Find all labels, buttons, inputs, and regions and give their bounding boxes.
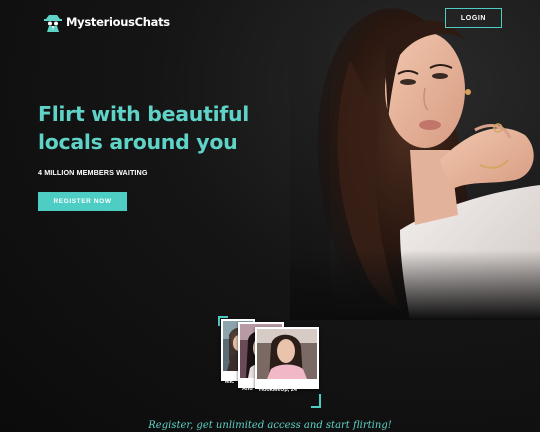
- brand-name: MysteriousChats: [66, 15, 170, 29]
- headline-line-2: locals around you: [38, 130, 238, 154]
- profile-name-label: Mic: [225, 379, 235, 385]
- profile-name-label: And: [242, 386, 253, 392]
- hero-photo: [290, 0, 540, 320]
- hero-headline: Flirt with beautiful locals around you: [38, 100, 298, 156]
- spy-agent-icon: [44, 15, 62, 32]
- brand-logo[interactable]: MysteriousChats: [44, 12, 170, 32]
- landing-page: MysteriousChats LOGIN Flirt with beautif…: [0, 0, 540, 432]
- members-count-text: 4 MILLION MEMBERS WAITING: [38, 168, 148, 177]
- frame-corner-bottom-right: [311, 394, 321, 408]
- profile-name-label: HookMeUp, 24: [259, 387, 297, 393]
- profile-photo: [257, 329, 317, 379]
- register-tagline: Register, get unlimited access and start…: [148, 420, 392, 431]
- headline-line-1: Flirt with beautiful: [38, 102, 249, 126]
- login-button[interactable]: LOGIN: [445, 8, 502, 28]
- profile-card-stack: Mic And HookMeUp, 24: [218, 316, 323, 408]
- register-now-button[interactable]: REGISTER NOW: [38, 192, 127, 211]
- profile-card[interactable]: HookMeUp, 24: [255, 327, 319, 393]
